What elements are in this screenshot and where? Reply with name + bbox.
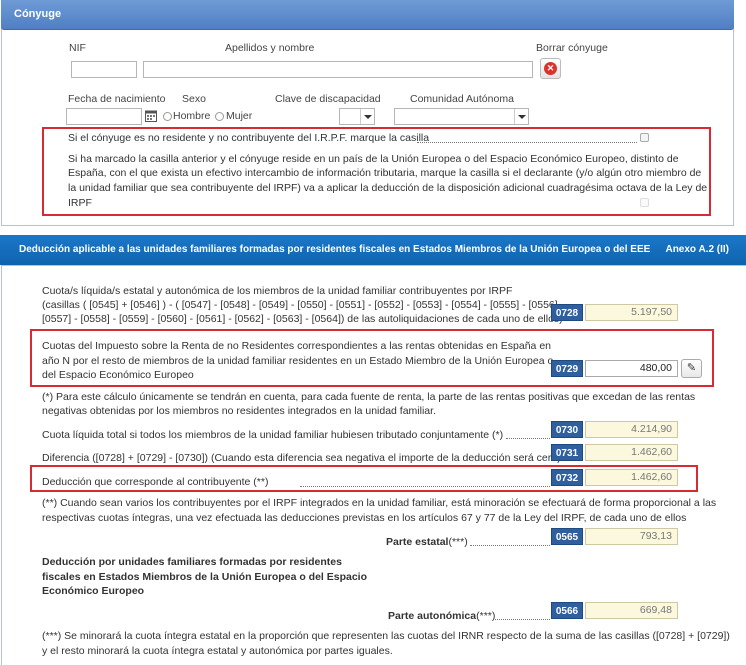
chevron-down-icon <box>514 109 528 124</box>
region-label: Comunidad Autónoma <box>410 93 514 105</box>
amount-0731: 1.462,60 <box>585 444 678 461</box>
nif-label: NIF <box>69 42 86 54</box>
nonresident-checkbox[interactable] <box>640 133 649 142</box>
row-0566-label-text: Parte autonómica <box>388 610 477 622</box>
deduction-section-header: Deducción aplicable a las unidades famil… <box>0 235 746 265</box>
spouse-section-header[interactable]: Cónyuge <box>1 0 734 30</box>
amount-0732: 1.462,60 <box>585 469 678 486</box>
disability-label: Clave de discapacidad <box>275 93 381 105</box>
region-select[interactable] <box>394 108 529 125</box>
sex-female-label: Mujer <box>226 110 253 122</box>
note-1-line: (*) Para este cálculo únicamente se tend… <box>42 391 696 403</box>
row-0728-text: (casillas ( [0545] + [0546] ) - ( [0547]… <box>42 299 565 311</box>
sex-label: Sexo <box>182 93 206 105</box>
row-0566-suffix: (***) <box>476 610 496 622</box>
code-0729: 0729 <box>551 360 583 377</box>
amount-0730: 4.214,90 <box>585 421 678 438</box>
disability-select[interactable] <box>339 108 375 125</box>
code-0565: 0565 <box>551 528 583 545</box>
note-1-line: negativas obtenidas por los miembros no … <box>42 405 436 417</box>
block-title-line: Deducción por unidades familiares formad… <box>42 556 342 568</box>
row-0728-text: [0557] - [0558] - [0559] - [0560] - [056… <box>42 313 563 325</box>
birth-date-label: Fecha de nacimiento <box>68 93 166 105</box>
dotted-leader <box>470 545 550 546</box>
block-title-line: Económico Europeo <box>42 585 145 597</box>
name-label: Apellidos y nombre <box>225 42 315 54</box>
name-input[interactable] <box>143 61 533 78</box>
row-0728-text: Cuota/s líquida/s estatal y autonómica d… <box>42 285 513 297</box>
nonresident-question: Si el cónyuge es no residente y no contr… <box>68 132 430 144</box>
birth-date-input[interactable] <box>66 108 142 125</box>
nif-input[interactable] <box>71 61 137 78</box>
code-0731: 0731 <box>551 444 583 461</box>
code-0730: 0730 <box>551 421 583 438</box>
dotted-leader <box>506 438 550 439</box>
code-0732: 0732 <box>551 469 583 486</box>
eu-deduction-checkbox[interactable] <box>640 198 649 207</box>
amount-0566: 669,48 <box>585 602 678 619</box>
sex-male-label: Hombre <box>173 110 211 122</box>
row-0729-text: Cuotas del Impuesto sobre la Renta de no… <box>42 340 551 352</box>
delete-spouse-button[interactable]: ✕ <box>540 58 561 79</box>
close-icon: ✕ <box>544 62 557 75</box>
code-0566: 0566 <box>551 602 583 619</box>
chevron-down-icon <box>360 109 374 124</box>
code-0728: 0728 <box>551 304 583 321</box>
row-0565-suffix: (***) <box>448 536 468 548</box>
row-0730-text: Cuota líquida total si todos los miembro… <box>42 429 504 441</box>
note-3-line: (***) Se minorará la cuota íntegra estat… <box>42 630 730 642</box>
dotted-leader <box>417 142 637 143</box>
spouse-section-title: Cónyuge <box>14 8 62 20</box>
row-0566-label: Parte autonómica(***) <box>388 609 495 624</box>
amount-0729-input[interactable]: 480,00 <box>585 360 678 377</box>
row-0729-text: año N por el resto de miembros de la uni… <box>42 355 554 367</box>
row-0729-text: del Espacio Económico Europeo <box>42 369 194 381</box>
note-2-line: respectivas cuotas íntegras, una vez efe… <box>42 512 687 524</box>
amount-0728: 5.197,50 <box>585 304 678 321</box>
sex-female-radio[interactable] <box>215 112 224 121</box>
dotted-leader <box>300 486 550 487</box>
row-0565-label: Parte estatal(***) <box>386 535 468 550</box>
note-2-line: (**) Cuando sean varios los contribuyent… <box>42 497 717 509</box>
block-title-line: fiscales en Estados Miembros de la Unión… <box>42 571 368 583</box>
eu-paragraph-line: Si ha marcado la casilla anterior y el c… <box>68 153 679 165</box>
eu-paragraph-line: España, con el que exista un efectivo in… <box>68 167 702 179</box>
eu-paragraph-line: la unidad familiar que sea contribuyente… <box>68 182 708 194</box>
dotted-leader <box>495 619 550 620</box>
row-0565-label-text: Parte estatal <box>386 536 449 548</box>
row-0732-text: Deducción que corresponde al contribuyen… <box>42 476 269 488</box>
pencil-icon[interactable]: ✎ <box>681 359 702 378</box>
annex-label: Anexo A.2 (II) <box>665 244 729 255</box>
eu-paragraph-line: IRPF <box>68 197 92 209</box>
deduction-section-title: Deducción aplicable a las unidades famil… <box>19 244 651 255</box>
sex-male-radio[interactable] <box>163 112 172 121</box>
calendar-icon[interactable] <box>145 109 157 122</box>
note-3-line: y el resto minorará la cuota íntegra est… <box>42 645 393 657</box>
amount-0565: 793,13 <box>585 528 678 545</box>
delete-spouse-label: Borrar cónyuge <box>536 42 608 54</box>
row-0731-text: Diferencia ([0728] + [0729] - [0730]) (C… <box>42 452 561 464</box>
